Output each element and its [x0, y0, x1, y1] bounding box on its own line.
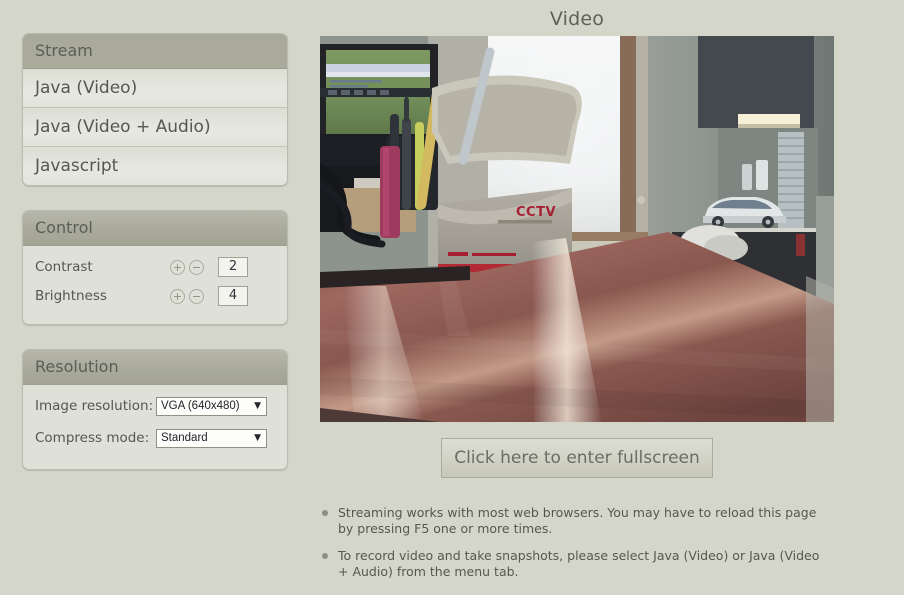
compress-mode-row: Compress mode: Standard ▼ [35, 425, 275, 451]
brightness-row: Brightness + − [35, 283, 275, 309]
bullet-dot-icon [322, 505, 338, 537]
note-text: To record video and take snapshots, plea… [338, 548, 820, 579]
resolution-panel: Resolution Image resolution: VGA (640x48… [22, 349, 288, 470]
contrast-value-input[interactable] [218, 257, 248, 277]
compress-mode-select[interactable]: Standard ▼ [156, 428, 267, 448]
contrast-stepper: + − [170, 259, 204, 275]
resolution-panel-body: Image resolution: VGA (640x480) ▼ Compre… [23, 385, 287, 469]
brightness-increase-button[interactable]: + [170, 288, 185, 304]
note-text: Streaming works with most web browsers. … [338, 505, 817, 536]
image-resolution-select[interactable]: VGA (640x480) ▼ [156, 396, 267, 416]
page-title: Video [549, 8, 605, 30]
chevron-down-icon: ▼ [254, 432, 261, 443]
image-resolution-value: VGA (640x480) [161, 399, 240, 412]
contrast-row: Contrast + − [35, 254, 275, 280]
enter-fullscreen-button[interactable]: Click here to enter fullscreen [441, 438, 713, 478]
left-sidebar: Stream Java (Video) Java (Video + Audio)… [22, 33, 288, 494]
chevron-down-icon: ▼ [254, 400, 261, 411]
image-resolution-label: Image resolution: [35, 398, 154, 414]
control-panel-body: Contrast + − Brightness + − [23, 246, 287, 324]
image-resolution-row: Image resolution: VGA (640x480) ▼ [35, 393, 275, 419]
compress-mode-value: Standard [161, 431, 208, 444]
stream-menu-item-java-video-audio[interactable]: Java (Video + Audio) [23, 108, 287, 147]
compress-mode-label: Compress mode: [35, 430, 150, 446]
brightness-value-input[interactable] [218, 286, 248, 306]
stream-panel-header: Stream [23, 34, 287, 69]
stream-menu-item-javascript[interactable]: Javascript [23, 147, 287, 185]
contrast-increase-button[interactable]: + [170, 259, 185, 275]
control-panel-header: Control [23, 211, 287, 246]
brightness-decrease-button[interactable]: − [189, 288, 204, 304]
control-panel: Control Contrast + − Brightness + − [22, 210, 288, 325]
stream-menu-item-java-video[interactable]: Java (Video) [23, 69, 287, 108]
stream-panel: Stream Java (Video) Java (Video + Audio)… [22, 33, 288, 186]
video-stream[interactable]: CCTV [320, 36, 834, 422]
contrast-label: Contrast [35, 259, 93, 275]
note-item: Streaming works with most web browsers. … [322, 505, 822, 537]
note-item: To record video and take snapshots, plea… [322, 548, 822, 580]
contrast-decrease-button[interactable]: − [189, 259, 204, 275]
bullet-dot-icon [322, 548, 338, 580]
video-frame-image: CCTV [320, 36, 834, 422]
brightness-label: Brightness [35, 288, 107, 304]
resolution-panel-header: Resolution [23, 350, 287, 385]
notes-list: Streaming works with most web browsers. … [322, 505, 822, 591]
brightness-stepper: + − [170, 288, 204, 304]
